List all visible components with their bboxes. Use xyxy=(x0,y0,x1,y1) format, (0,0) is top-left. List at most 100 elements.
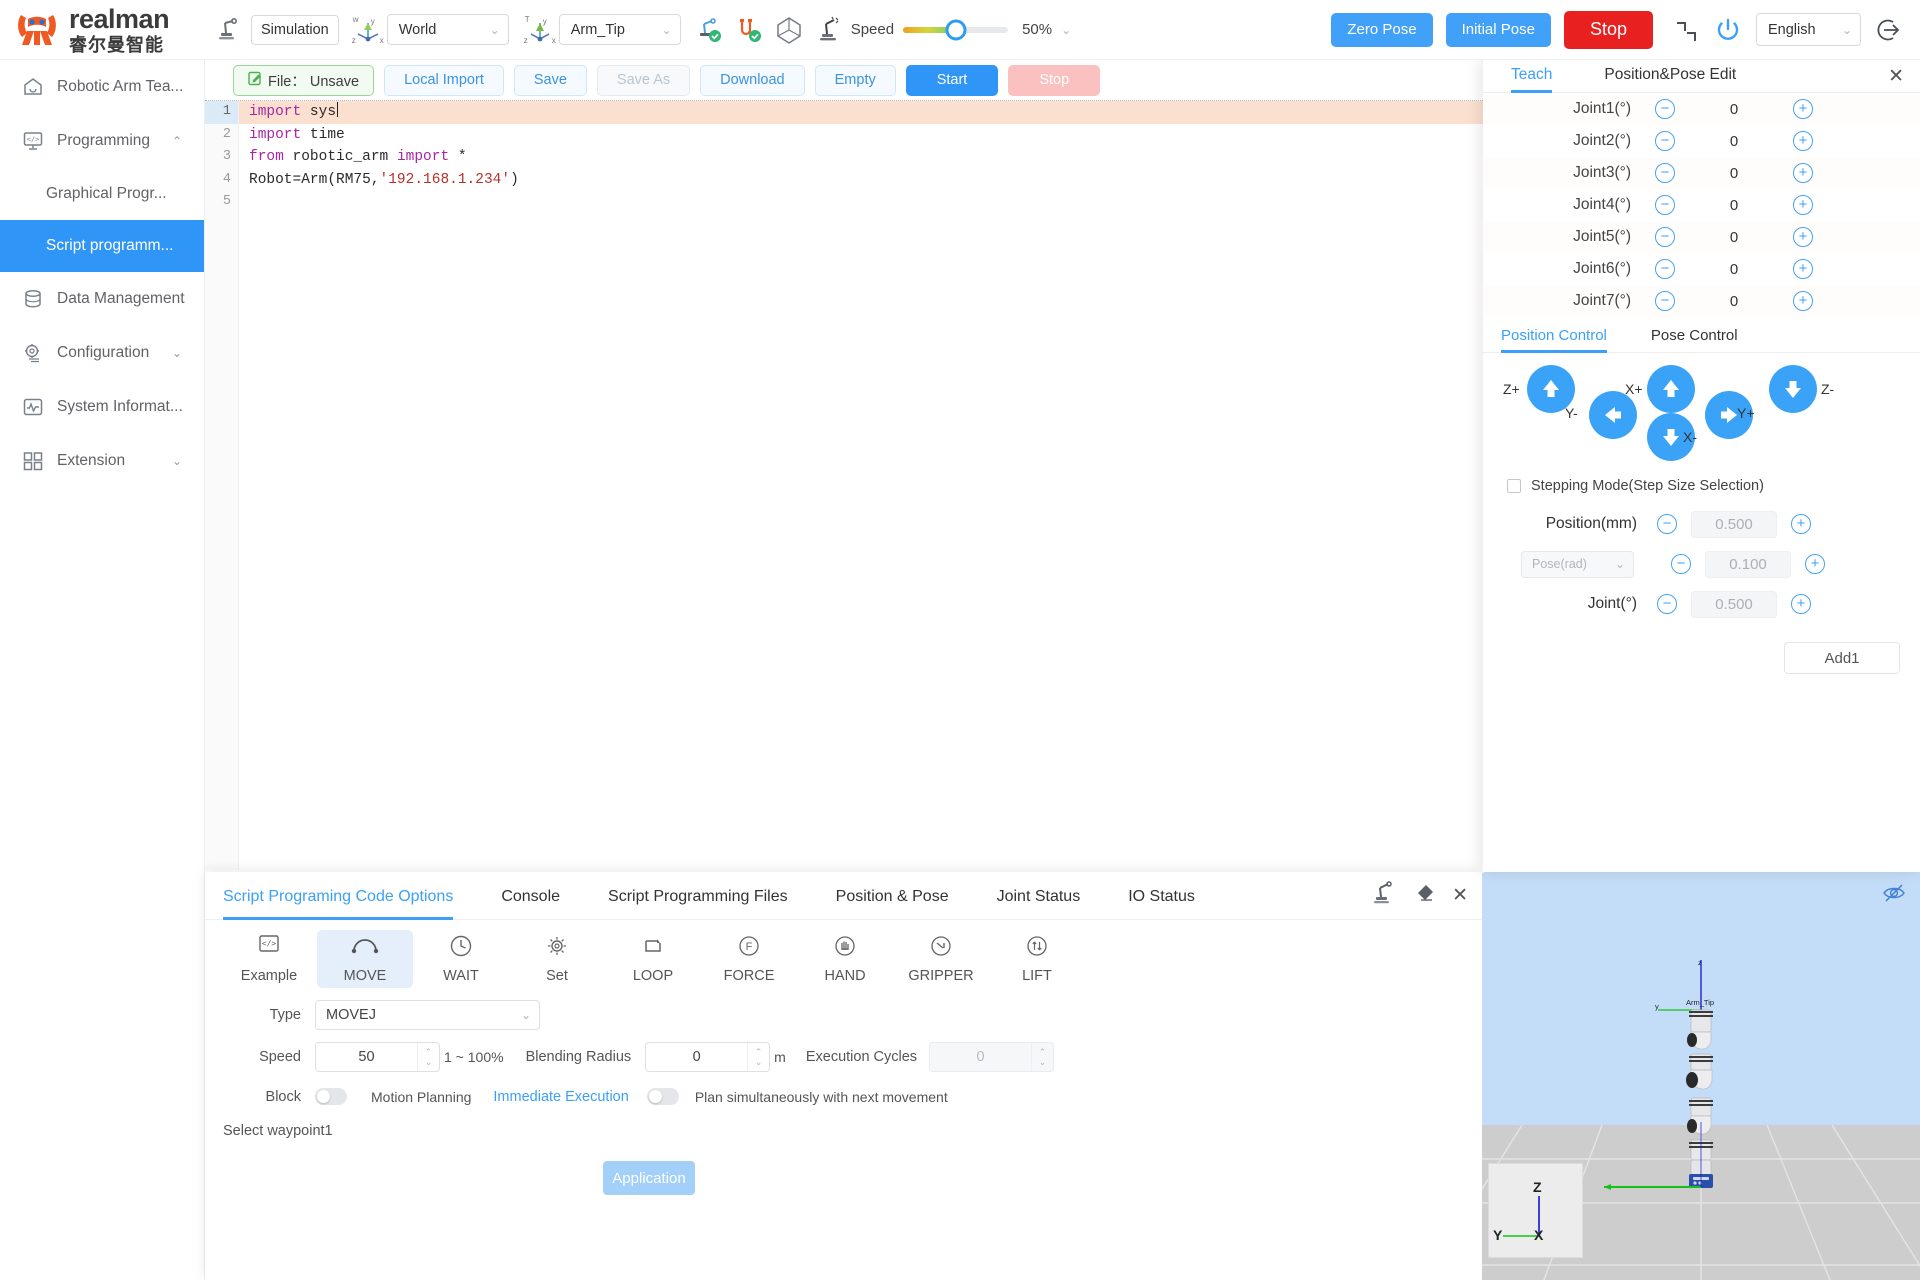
jog-y-minus-button[interactable] xyxy=(1589,391,1637,439)
minus-circle-icon[interactable]: − xyxy=(1655,131,1675,151)
stepping-mode-checkbox[interactable] xyxy=(1507,479,1521,493)
minus-circle-icon[interactable]: − xyxy=(1655,227,1675,247)
command-hand[interactable]: HAND xyxy=(797,930,893,988)
emergency-stop-button[interactable]: Stop xyxy=(1563,10,1653,49)
tab-joint-status[interactable]: Joint Status xyxy=(997,872,1081,920)
sidebar-item-data-management[interactable]: Data Management xyxy=(0,272,204,326)
language-select[interactable]: English ⌄ xyxy=(1756,13,1861,46)
block-toggle[interactable] xyxy=(315,1088,347,1105)
plus-circle-icon[interactable]: + xyxy=(1793,99,1813,119)
joint-value[interactable]: 0 xyxy=(1675,261,1793,278)
frame-select[interactable]: World ⌄ xyxy=(386,14,509,45)
command-force[interactable]: F FORCE xyxy=(701,930,797,988)
minus-circle-icon[interactable]: − xyxy=(1655,163,1675,183)
close-icon[interactable]: ✕ xyxy=(1888,65,1904,88)
joint-value[interactable]: 0 xyxy=(1675,197,1793,214)
local-import-button[interactable]: Local Import xyxy=(384,64,504,96)
power-icon[interactable] xyxy=(1713,15,1743,45)
io-connected-icon[interactable] xyxy=(735,16,763,44)
file-name-chip[interactable]: File： Unsave xyxy=(233,64,375,96)
tab-position-and-pose[interactable]: Position & Pose xyxy=(836,872,949,920)
command-example[interactable]: </> Example xyxy=(221,930,317,988)
start-button[interactable]: Start xyxy=(905,64,999,96)
joint-value[interactable]: 0 xyxy=(1675,165,1793,182)
simulation-mode-chip[interactable]: Simulation xyxy=(251,14,339,45)
tab-console[interactable]: Console xyxy=(501,872,560,920)
step-value-joint[interactable]: 0.500 xyxy=(1691,590,1777,618)
command-lift[interactable]: LIFT xyxy=(989,930,1085,988)
command-wait[interactable]: WAIT xyxy=(413,930,509,988)
command-gripper[interactable]: GRIPPER xyxy=(893,930,989,988)
eraser-icon[interactable] xyxy=(1414,882,1436,909)
sidebar-item-robotic-arm-teaching[interactable]: Robotic Arm Tea... xyxy=(0,60,204,114)
plus-circle-icon[interactable]: + xyxy=(1793,227,1813,247)
plus-circle-icon[interactable]: + xyxy=(1793,291,1813,311)
move-type-select[interactable]: MOVEJ ⌄ xyxy=(315,1000,540,1030)
tab-position-control[interactable]: Position Control xyxy=(1501,321,1607,353)
stop-script-button[interactable]: Stop xyxy=(1008,64,1101,96)
plus-circle-icon[interactable]: + xyxy=(1793,195,1813,215)
plus-circle-icon[interactable]: + xyxy=(1793,259,1813,279)
chevron-down-icon[interactable]: ⌄ xyxy=(1061,23,1071,37)
speed-slider[interactable] xyxy=(903,19,1009,40)
zero-pose-button[interactable]: Zero Pose xyxy=(1331,12,1433,47)
tab-script-programming-code-options[interactable]: Script Programing Code Options xyxy=(223,872,454,920)
step-value-pose[interactable]: 0.100 xyxy=(1705,550,1791,578)
joint-value[interactable]: 0 xyxy=(1675,133,1793,150)
minus-circle-icon[interactable]: − xyxy=(1655,99,1675,119)
motion-icon[interactable] xyxy=(815,15,845,45)
teach-robot-icon[interactable] xyxy=(1372,880,1398,911)
cube-icon[interactable] xyxy=(775,15,803,45)
speed-stepper[interactable]: 50 ⌃ ⌄ xyxy=(315,1042,440,1072)
blending-radius-stepper[interactable]: 0 ⌃ ⌄ xyxy=(645,1042,771,1072)
command-move[interactable]: MOVE xyxy=(317,930,413,988)
empty-button[interactable]: Empty xyxy=(814,64,896,96)
jog-z-minus-button[interactable] xyxy=(1769,365,1817,413)
joint-value[interactable]: 0 xyxy=(1675,229,1793,246)
robot-connected-icon[interactable] xyxy=(695,16,723,44)
tab-io-status[interactable]: IO Status xyxy=(1128,872,1195,920)
plus-circle-icon[interactable]: + xyxy=(1805,554,1825,574)
joint-value[interactable]: 0 xyxy=(1675,101,1793,118)
sidebar-item-system-information[interactable]: System Informat... xyxy=(0,380,204,434)
sidebar-item-configuration[interactable]: Configuration ⌄ xyxy=(0,326,204,380)
tab-position-pose-edit[interactable]: Position&Pose Edit xyxy=(1604,57,1736,93)
jog-x-plus-button[interactable] xyxy=(1647,365,1695,413)
tab-teach[interactable]: Teach xyxy=(1511,57,1553,93)
tool-select[interactable]: Arm_Tip ⌄ xyxy=(558,14,681,45)
minus-circle-icon[interactable]: − xyxy=(1671,554,1691,574)
save-button[interactable]: Save xyxy=(513,64,587,96)
add-waypoint-button[interactable]: Add1 xyxy=(1784,642,1900,674)
pose-unit-select[interactable]: Pose(rad) ⌄ xyxy=(1521,550,1634,578)
tab-pose-control[interactable]: Pose Control xyxy=(1651,321,1738,353)
minus-circle-icon[interactable]: − xyxy=(1655,291,1675,311)
plus-circle-icon[interactable]: + xyxy=(1793,163,1813,183)
tab-script-programming-files[interactable]: Script Programming Files xyxy=(608,872,788,920)
eye-off-icon[interactable] xyxy=(1882,882,1906,909)
minus-circle-icon[interactable]: − xyxy=(1657,594,1677,614)
logout-icon[interactable] xyxy=(1874,15,1904,45)
robot-arm-icon[interactable] xyxy=(215,15,245,45)
command-set[interactable]: Set xyxy=(509,930,605,988)
initial-pose-button[interactable]: Initial Pose xyxy=(1445,12,1551,47)
speed-slider-knob[interactable] xyxy=(945,19,967,40)
application-button[interactable]: Application xyxy=(603,1161,695,1195)
3d-viewport[interactable]: Arm_Tip z y Z Y X xyxy=(1482,872,1920,1280)
blending-spinner[interactable]: ⌃ ⌄ xyxy=(747,1043,769,1071)
joint-limit-icon[interactable] xyxy=(1672,16,1700,44)
plus-circle-icon[interactable]: + xyxy=(1791,594,1811,614)
minus-circle-icon[interactable]: − xyxy=(1655,195,1675,215)
sidebar-item-script-programming[interactable]: Script programm... xyxy=(0,220,204,272)
command-loop[interactable]: LOOP xyxy=(605,930,701,988)
plus-circle-icon[interactable]: + xyxy=(1791,514,1811,534)
download-button[interactable]: Download xyxy=(700,64,805,96)
sidebar-item-programming[interactable]: </> Programming ⌃ xyxy=(0,114,204,168)
plan-toggle[interactable] xyxy=(646,1088,679,1105)
immediate-execution-link[interactable]: Immediate Execution xyxy=(493,1089,628,1105)
step-value-position[interactable]: 0.500 xyxy=(1691,510,1777,538)
minus-circle-icon[interactable]: − xyxy=(1657,514,1677,534)
plus-circle-icon[interactable]: + xyxy=(1793,131,1813,151)
minus-circle-icon[interactable]: − xyxy=(1655,259,1675,279)
sidebar-item-extension[interactable]: Extension ⌄ xyxy=(0,434,204,488)
sidebar-item-graphical-programming[interactable]: Graphical Progr... xyxy=(0,168,204,220)
